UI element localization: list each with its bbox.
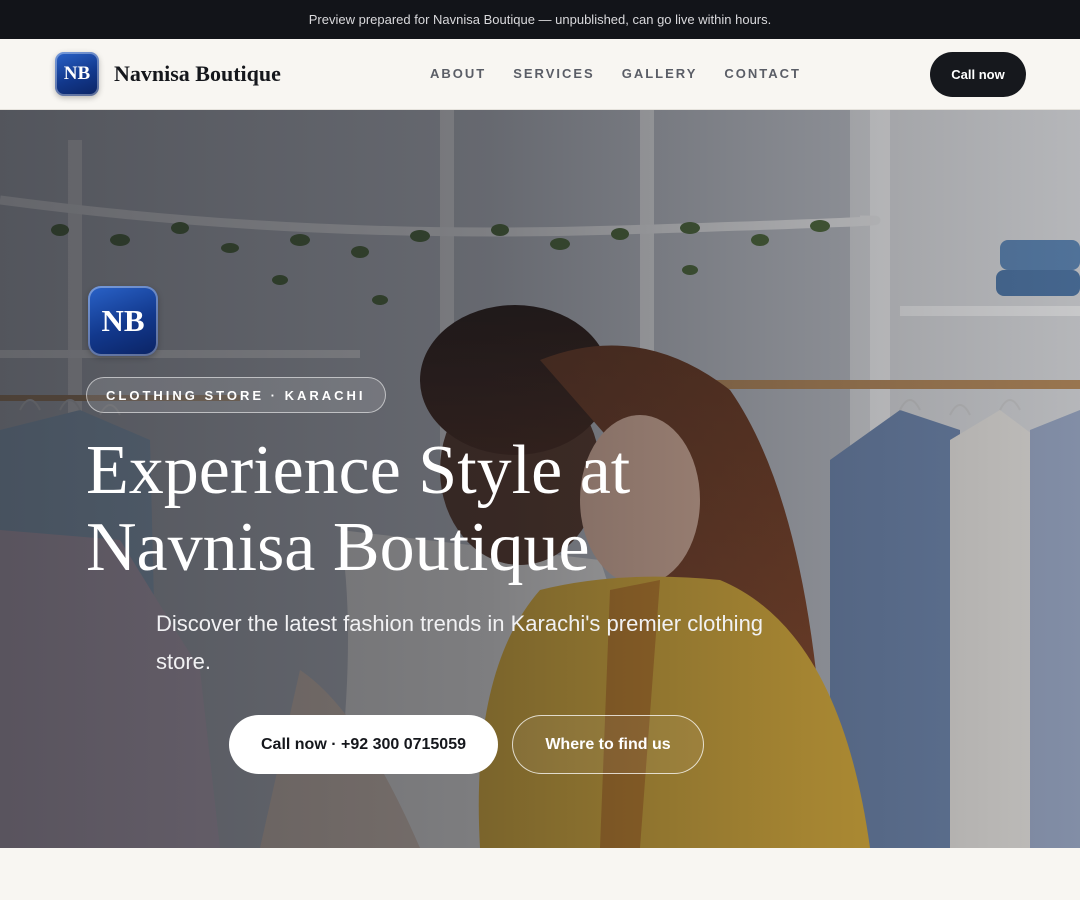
where-to-find-us-button[interactable]: Where to find us: [512, 715, 704, 774]
nav-link-gallery[interactable]: GALLERY: [622, 66, 698, 81]
preview-banner: Preview prepared for Navnisa Boutique — …: [0, 0, 1080, 39]
hero-headline-line-1: Experience Style at: [86, 432, 631, 509]
nav-link-contact[interactable]: CONTACT: [724, 66, 801, 81]
brand-name[interactable]: Navnisa Boutique: [114, 61, 281, 87]
hero-headline: Experience Style at Navnisa Boutique: [86, 432, 786, 586]
brand-logo[interactable]: NB: [55, 52, 99, 96]
hero-headline-line-2: Navnisa Boutique: [86, 509, 590, 586]
main-nav: ABOUT SERVICES GALLERY CONTACT: [430, 66, 801, 81]
preview-banner-text: Preview prepared for Navnisa Boutique — …: [308, 12, 772, 27]
hero-subheading: Discover the latest fashion trends in Ka…: [156, 611, 764, 674]
hero-section: NB CLOTHING STORE · KARACHI Experience S…: [0, 110, 1080, 848]
nav-link-about[interactable]: ABOUT: [430, 66, 486, 81]
site-header: NB Navnisa Boutique ABOUT SERVICES GALLE…: [0, 39, 1080, 110]
nav-link-services[interactable]: SERVICES: [513, 66, 595, 81]
hero-call-now-button[interactable]: Call now · +92 300 0715059: [229, 715, 498, 774]
hero-logo: NB: [88, 286, 158, 356]
header-call-now-button[interactable]: Call now: [930, 52, 1026, 97]
hero-eyebrow-badge: CLOTHING STORE · KARACHI: [86, 377, 386, 413]
hero-eyebrow-text: CLOTHING STORE · KARACHI: [106, 387, 366, 403]
